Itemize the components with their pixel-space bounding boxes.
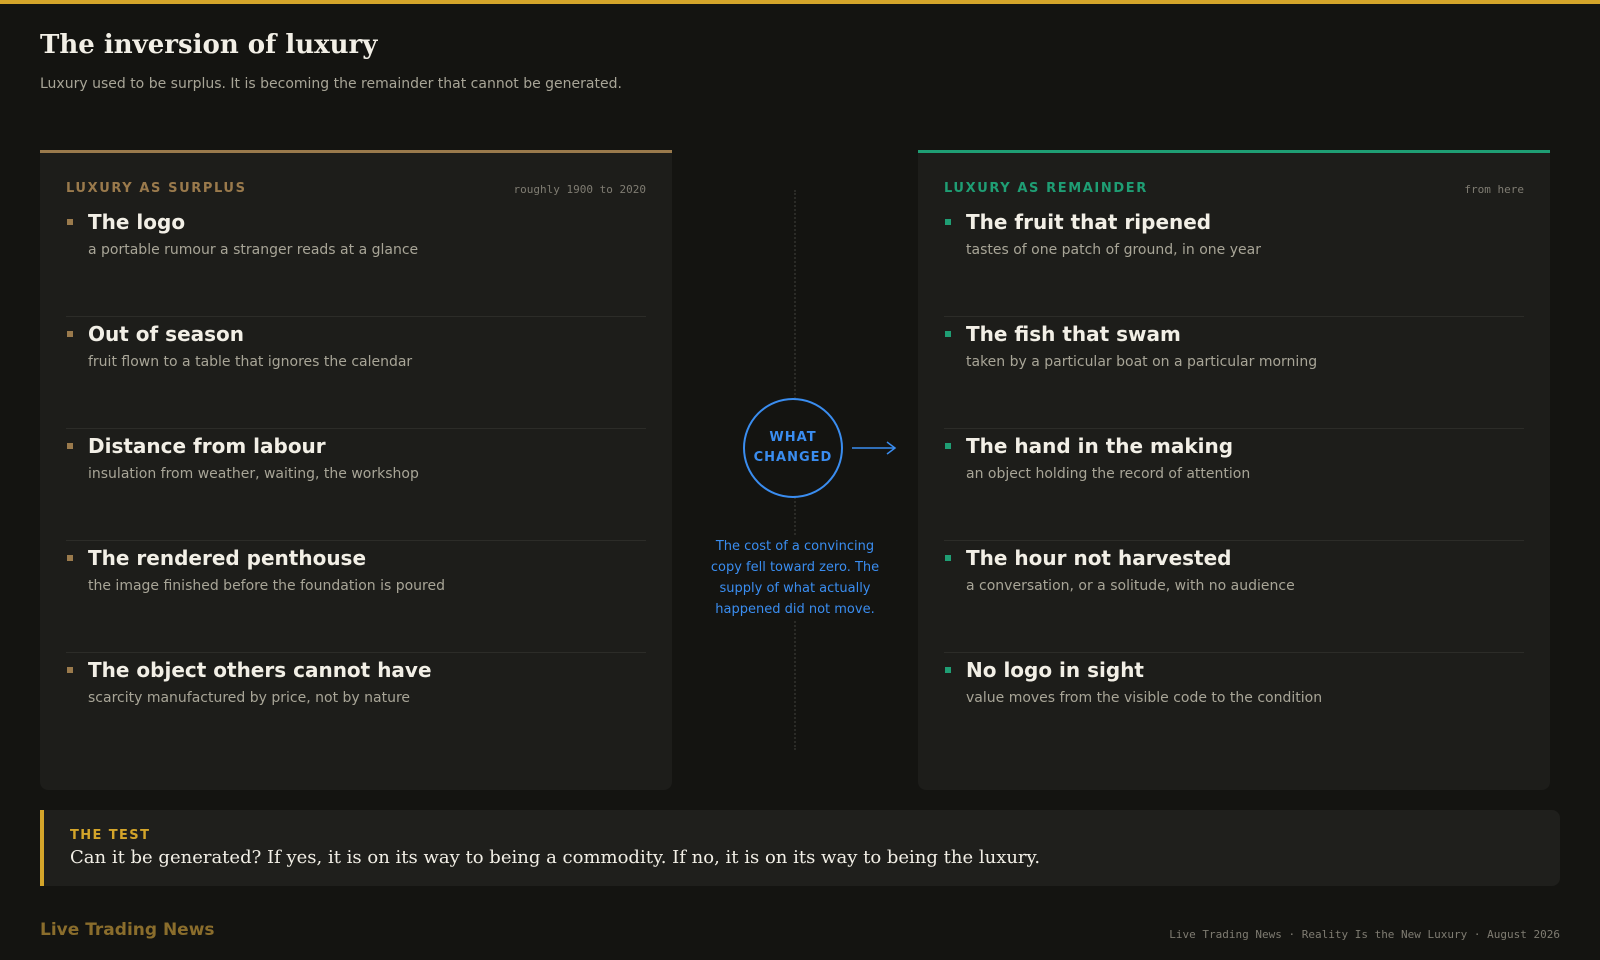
- item-title: The object others cannot have: [88, 658, 432, 682]
- item-description: value moves from the visible code to the…: [966, 690, 1323, 706]
- bullet-icon: [67, 219, 73, 225]
- what-changed-line1: WHAT: [769, 430, 817, 445]
- surplus-item: Distance from labour insulation from wea…: [66, 429, 646, 541]
- test-label: THE TEST: [70, 828, 151, 843]
- remainder-panel-label: LUXURY AS REMAINDER: [944, 181, 1148, 196]
- test-callout: THE TEST Can it be generated? If yes, it…: [40, 810, 1560, 886]
- item-description: fruit flown to a table that ignores the …: [88, 354, 413, 370]
- top-accent-bar: [0, 0, 1600, 4]
- remainder-item: The fruit that ripened tastes of one pat…: [944, 205, 1524, 317]
- what-changed-note: The cost of a convincing copy fell towar…: [710, 536, 880, 620]
- item-title: The fruit that ripened: [966, 210, 1212, 234]
- bullet-icon: [67, 667, 73, 673]
- item-title: The rendered penthouse: [88, 546, 367, 570]
- item-description: a conversation, or a solitude, with no a…: [966, 578, 1295, 594]
- what-changed-circle: WHAT CHANGED: [743, 398, 843, 498]
- item-title: Out of season: [88, 322, 245, 346]
- surplus-item: The rendered penthouse the image finishe…: [66, 541, 646, 653]
- item-description: an object holding the record of attentio…: [966, 466, 1251, 482]
- remainder-item: The hand in the making an object holding…: [944, 429, 1524, 541]
- item-description: the image finished before the foundation…: [88, 578, 445, 594]
- footer-meta: Live Trading News · Reality Is the New L…: [1169, 928, 1560, 941]
- item-description: insulation from weather, waiting, the wo…: [88, 466, 419, 482]
- item-title: The fish that swam: [966, 322, 1181, 346]
- remainder-item: The hour not harvested a conversation, o…: [944, 541, 1524, 653]
- item-title: The hour not harvested: [966, 546, 1232, 570]
- item-title: The logo: [88, 210, 186, 234]
- item-description: taken by a particular boat on a particul…: [966, 354, 1318, 370]
- brand-logo: Live Trading News: [40, 920, 215, 940]
- surplus-item: The logo a portable rumour a stranger re…: [66, 205, 646, 317]
- arrow-right-icon: [852, 441, 897, 455]
- surplus-panel: LUXURY AS SURPLUS roughly 1900 to 2020 T…: [40, 150, 672, 790]
- bullet-icon: [67, 331, 73, 337]
- bullet-icon: [67, 555, 73, 561]
- item-description: scarcity manufactured by price, not by n…: [88, 690, 410, 706]
- item-description: tastes of one patch of ground, in one ye…: [966, 242, 1261, 258]
- item-title: Distance from labour: [88, 434, 326, 458]
- bullet-icon: [945, 443, 951, 449]
- test-text: Can it be generated? If yes, it is on it…: [70, 847, 1041, 868]
- remainder-panel: LUXURY AS REMAINDER from here The fruit …: [918, 150, 1550, 790]
- surplus-item: Out of season fruit flown to a table tha…: [66, 317, 646, 429]
- bullet-icon: [945, 555, 951, 561]
- item-title: No logo in sight: [966, 658, 1144, 682]
- bullet-icon: [945, 219, 951, 225]
- remainder-item: No logo in sight value moves from the vi…: [944, 653, 1524, 765]
- item-description: a portable rumour a stranger reads at a …: [88, 242, 419, 258]
- bullet-icon: [945, 331, 951, 337]
- remainder-panel-range: from here: [1464, 183, 1524, 196]
- bullet-icon: [945, 667, 951, 673]
- surplus-panel-label: LUXURY AS SURPLUS: [66, 181, 247, 196]
- page-title: The inversion of luxury: [40, 30, 378, 60]
- what-changed-line2: CHANGED: [753, 450, 833, 465]
- page-subtitle: Luxury used to be surplus. It is becomin…: [40, 76, 622, 92]
- remainder-item: The fish that swam taken by a particular…: [944, 317, 1524, 429]
- item-title: The hand in the making: [966, 434, 1234, 458]
- surplus-item: The object others cannot have scarcity m…: [66, 653, 646, 765]
- bullet-icon: [67, 443, 73, 449]
- surplus-panel-range: roughly 1900 to 2020: [513, 183, 646, 196]
